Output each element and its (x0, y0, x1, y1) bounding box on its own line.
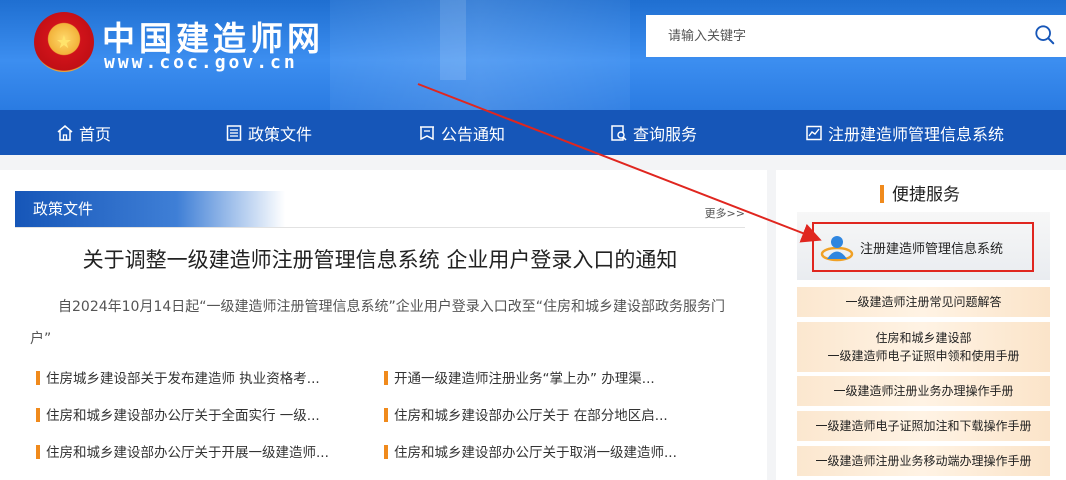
service-link-label: 一级建造师注册常见问题解答 (845, 295, 1002, 309)
service-link-label: 一级建造师电子证照加注和下载操作手册 (815, 419, 1032, 433)
list-item[interactable]: 住房和城乡建设部办公厅关于开展一级建造师... (36, 441, 329, 461)
list-item-label: 开通一级建造师注册业务“掌上办” 办理渠... (394, 371, 655, 387)
services-title: 便捷服务 (880, 180, 960, 205)
nav-item-query[interactable]: 查询服务 (610, 110, 697, 155)
headline-link[interactable]: 关于调整一级建造师注册管理信息系统 企业用户登录入口的通知 (0, 244, 760, 274)
search-icon[interactable] (1034, 24, 1056, 46)
title-marker (880, 185, 884, 203)
service-link-registration-manual[interactable]: 一级建造师注册业务办理操作手册 (797, 376, 1050, 406)
bullet-marker (36, 371, 40, 385)
nav-item-label: 首页 (79, 124, 112, 144)
service-link-label: 一级建造师注册业务移动端办理操作手册 (815, 454, 1032, 468)
list-item[interactable]: 开通一级建造师注册业务“掌上办” 办理渠... (384, 367, 655, 387)
section-header: 政策文件 更多>> (15, 191, 745, 228)
headline-summary: 自2024年10月14日起“一级建造师注册管理信息系统”企业用户登录入口改至“住… (30, 299, 726, 347)
nav-item-label: 查询服务 (633, 124, 698, 144)
registration-system-link[interactable]: 注册建造师管理信息系统 (812, 222, 1034, 272)
list-item-label: 住房和城乡建设部办公厅关于 在部分地区启... (394, 408, 668, 424)
list-item[interactable]: 住房城乡建设部关于发布建造师 执业资格考... (36, 367, 320, 387)
list-item-label: 住房城乡建设部关于发布建造师 执业资格考... (46, 371, 320, 387)
bullet-marker (36, 445, 40, 459)
list-item-label: 住房和城乡建设部办公厅关于取消一级建造师... (394, 445, 677, 461)
user-icon (820, 236, 854, 262)
bullet-marker (36, 408, 40, 422)
national-emblem-icon: ★ (34, 12, 94, 72)
nav-item-label: 公告通知 (441, 124, 506, 144)
list-item[interactable]: 住房和城乡建设部办公厅关于 在部分地区启... (384, 404, 668, 424)
services-title-label: 便捷服务 (892, 185, 960, 205)
site-url: www.coc.gov.cn (104, 52, 298, 73)
service-link-label: 住房和城乡建设部 (875, 331, 972, 345)
search-box (646, 15, 1066, 57)
header-banner-image (330, 0, 630, 110)
list-item-label: 住房和城乡建设部办公厅关于开展一级建造师... (46, 445, 329, 461)
nav-item-label: 注册建造师管理信息系统 (828, 124, 1005, 144)
search-input[interactable] (646, 15, 1028, 57)
document-icon (226, 124, 242, 141)
list-item[interactable]: 住房和城乡建设部办公厅关于取消一级建造师... (384, 441, 677, 461)
chart-icon (806, 125, 822, 140)
notice-icon (420, 125, 434, 140)
home-icon (57, 124, 73, 141)
service-link-certificate-download-manual[interactable]: 一级建造师电子证照加注和下载操作手册 (797, 411, 1050, 441)
bullet-marker (384, 445, 388, 459)
nav-item-home[interactable]: 首页 (56, 110, 111, 155)
bullet-marker (384, 408, 388, 422)
list-item[interactable]: 住房和城乡建设部办公厅关于全面实行 一级... (36, 404, 320, 424)
list-item-label: 住房和城乡建设部办公厅关于全面实行 一级... (46, 408, 320, 424)
registration-system-card: 注册建造师管理信息系统 (797, 212, 1050, 280)
service-link-label: 一级建造师电子证照申领和使用手册 (827, 349, 1020, 363)
more-link[interactable]: 更多>> (705, 205, 745, 221)
site-header: ★ 中国建造师网 www.coc.gov.cn (0, 0, 1066, 110)
section-title: 政策文件 (15, 191, 285, 227)
bullet-marker (384, 371, 388, 385)
registration-system-label: 注册建造师管理信息系统 (860, 241, 1004, 257)
nav-item-label: 政策文件 (248, 124, 313, 144)
query-icon (611, 124, 627, 141)
nav-item-policy[interactable]: 政策文件 (225, 110, 312, 155)
nav-item-registration-system[interactable]: 注册建造师管理信息系统 (805, 110, 1004, 155)
main-nav: 首页 政策文件 公告通知 查询服务 注册建造师管理信息系统 (0, 110, 1066, 155)
service-link-certificate-manual[interactable]: 住房和城乡建设部一级建造师电子证照申领和使用手册 (797, 322, 1050, 372)
service-link-faq[interactable]: 一级建造师注册常见问题解答 (797, 287, 1050, 317)
nav-item-notice[interactable]: 公告通知 (418, 110, 505, 155)
service-link-label: 一级建造师注册业务办理操作手册 (833, 384, 1014, 398)
service-link-mobile-manual[interactable]: 一级建造师注册业务移动端办理操作手册 (797, 446, 1050, 476)
